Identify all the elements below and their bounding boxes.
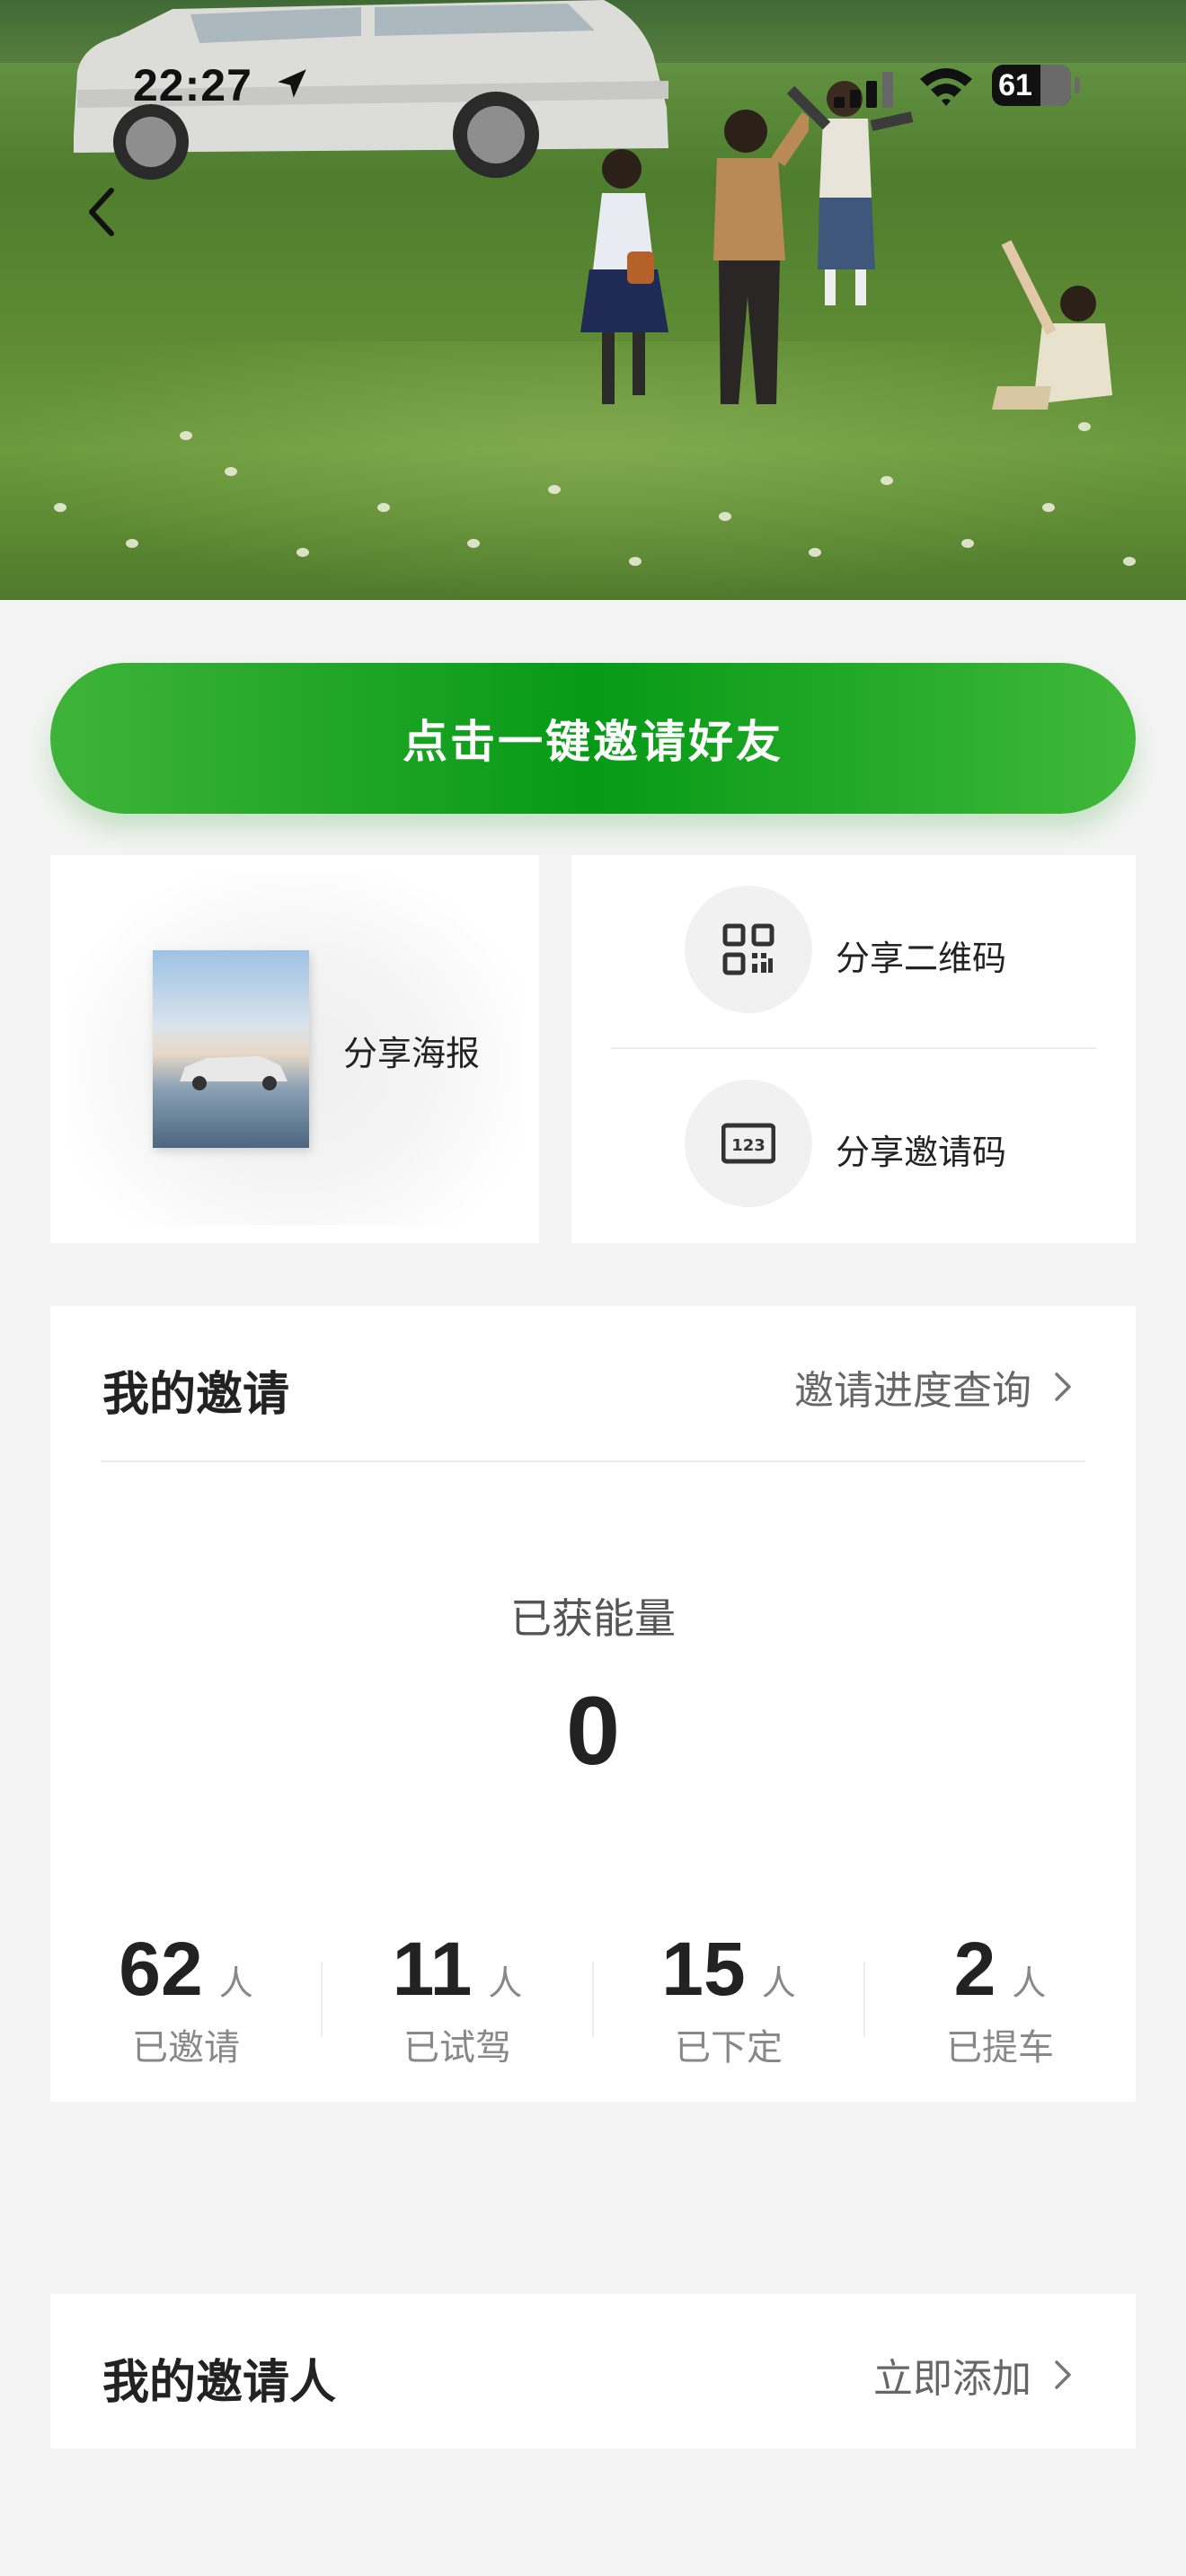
stat-ordered: 15 人 已下定 xyxy=(593,1926,864,2087)
invite-stats: 62 人 已邀请 11 人 已试驾 15 人 已下定 2人 已提车 xyxy=(50,1926,1136,2087)
stat-unit: 人 xyxy=(488,1963,523,2003)
my-invites-title: 我的邀请 xyxy=(102,1368,290,1422)
invite-progress-link[interactable]: 邀请进度查询 xyxy=(794,1358,1073,1416)
invite-code-icon: 123 xyxy=(721,1123,775,1164)
battery-level: 61 xyxy=(998,68,1032,102)
stat-invited: 62 人 已邀请 xyxy=(50,1926,322,2087)
stat-value: 2 xyxy=(953,1927,996,2011)
person-girl-image xyxy=(580,149,668,404)
person-sitting-image xyxy=(992,240,1112,410)
stat-unit: 人 xyxy=(1012,1963,1047,2003)
share-invite-code-label: 分享邀请码 xyxy=(836,1133,1007,1172)
stat-label: 已邀请 xyxy=(132,2027,240,2069)
energy-label: 已获能量 xyxy=(510,1594,676,1643)
chevron-right-icon xyxy=(1055,2360,1071,2389)
stat-label: 已试驾 xyxy=(403,2027,511,2069)
poster-thumbnail xyxy=(153,950,309,1148)
stat-value: 15 xyxy=(661,1927,746,2011)
divider xyxy=(101,1460,1085,1462)
share-qrcode-label: 分享二维码 xyxy=(836,939,1007,978)
cellular-signal-icon xyxy=(834,72,893,108)
battery-indicator: 61 xyxy=(992,65,1071,106)
stat-label: 已提车 xyxy=(946,2027,1054,2069)
invite-friends-button[interactable]: 点击一键邀请好友 xyxy=(50,663,1136,814)
invite-progress-label: 邀请进度查询 xyxy=(794,1368,1031,1414)
poster-car-image xyxy=(180,1056,288,1090)
poster-thumbnail-stack xyxy=(102,950,336,1148)
stat-unit: 人 xyxy=(218,1963,253,2003)
my-invites-card: 我的邀请 邀请进度查询 已获能量 0 62 人 已邀请 11 人 已试驾 15 人 已… xyxy=(50,1306,1136,2102)
qrcode-icon xyxy=(722,923,774,975)
stat-label: 已下定 xyxy=(675,2027,783,2069)
hero-banner: 22:27 61 xyxy=(0,0,1186,600)
stat-delivered: 2人 已提车 xyxy=(864,1926,1136,2087)
share-qrcode-button[interactable]: 分享二维码 xyxy=(571,855,1136,1049)
location-arrow-icon xyxy=(278,69,306,98)
add-inviter-link[interactable]: 立即添加 xyxy=(873,2346,1073,2404)
chevron-right-icon xyxy=(1055,1372,1071,1401)
chevron-left-icon[interactable] xyxy=(83,185,119,239)
stat-value: 62 xyxy=(119,1927,203,2011)
share-options-card: 分享二维码 123 分享邀请码 xyxy=(571,855,1136,1243)
status-time: 22:27 xyxy=(133,60,252,110)
add-inviter-label: 立即添加 xyxy=(873,2356,1031,2402)
stat-unit: 人 xyxy=(761,1963,796,2003)
share-invite-code-button[interactable]: 123 分享邀请码 xyxy=(571,1049,1136,1243)
energy-value: 0 xyxy=(565,1676,621,1785)
wifi-icon xyxy=(920,68,972,106)
stat-test-drive: 11 人 已试驾 xyxy=(322,1926,593,2087)
person-boy-image xyxy=(786,81,914,305)
my-inviter-title: 我的邀请人 xyxy=(102,2356,337,2410)
svg-text:123: 123 xyxy=(731,1136,766,1155)
share-poster-label: 分享海报 xyxy=(343,1034,481,1073)
stat-value: 11 xyxy=(392,1927,473,2011)
my-inviter-card: 我的邀请人 立即添加 xyxy=(50,2294,1136,2448)
share-poster-card[interactable]: 分享海报 xyxy=(50,855,539,1243)
